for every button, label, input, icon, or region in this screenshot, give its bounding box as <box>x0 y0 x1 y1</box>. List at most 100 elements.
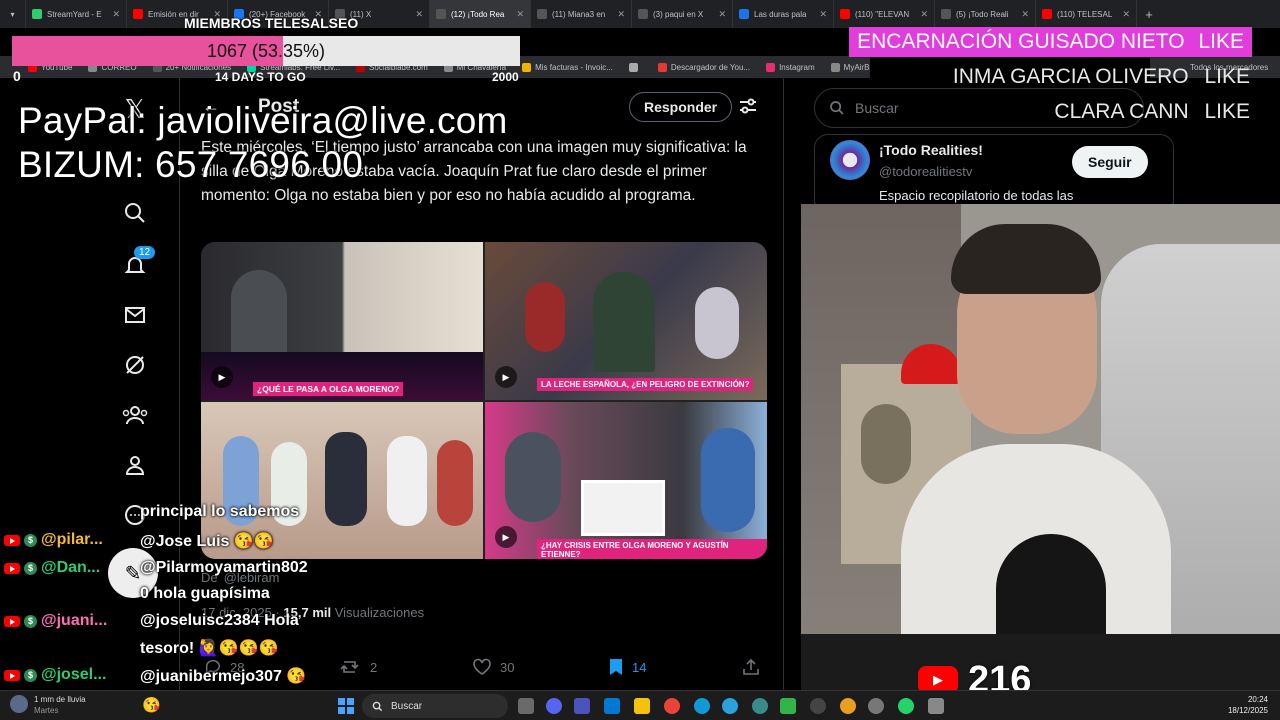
profile-name[interactable]: ¡Todo Realities! <box>879 142 983 158</box>
tab-menu-button[interactable]: ▾ <box>0 0 26 28</box>
chat-message: @Jose Luis 😘😘 <box>140 533 274 550</box>
browser-tab[interactable]: (12) ¡Todo Rea ✕ <box>430 0 531 28</box>
tab-close-icon[interactable]: ✕ <box>819 9 827 20</box>
chat-message: @Pilarmoyamartin802 <box>140 559 308 576</box>
like-action[interactable]: 30 <box>472 658 514 676</box>
communities-icon[interactable] <box>120 400 150 430</box>
chat-message: @juanibermejo307 😘 <box>140 668 307 685</box>
tab-favicon-icon <box>537 9 547 19</box>
bookmark-item[interactable]: Mis facturas - Invoic... <box>522 62 613 72</box>
media-thumbnail-4[interactable] <box>485 402 767 559</box>
clock-time[interactable]: 20:24 <box>1238 695 1268 704</box>
browser-tab[interactable]: (110) TELESAL ✕ <box>1036 0 1137 28</box>
play-icon[interactable]: ▶ <box>211 366 233 388</box>
taskbar-search-label: Buscar <box>391 700 423 712</box>
notification-badge: 12 <box>134 246 156 259</box>
bookmark-label: Descargador de You... <box>670 62 751 72</box>
bookmark-item[interactable]: Descargador de You... <box>657 62 751 72</box>
browser-tab[interactable]: StreamYard - E ✕ <box>26 0 127 28</box>
avatar[interactable] <box>830 140 870 180</box>
teams-icon[interactable] <box>574 698 590 714</box>
tab-title: (110) TELESAL <box>1057 9 1113 19</box>
youtube-icon <box>4 534 20 546</box>
app-icon[interactable] <box>868 698 884 714</box>
guest-figure <box>387 436 427 526</box>
chat-message: principal lo sabemos <box>140 503 300 520</box>
emoji-icon[interactable]: 😘 <box>142 696 161 714</box>
share-action[interactable] <box>742 658 760 676</box>
tab-favicon-icon <box>840 9 850 19</box>
bookmark-item[interactable]: Instagram <box>766 62 815 72</box>
repost-action[interactable]: 2 <box>340 658 377 676</box>
app-icon[interactable] <box>928 698 944 714</box>
outlook-icon[interactable] <box>604 698 620 714</box>
filter-settings-icon[interactable] <box>738 96 758 121</box>
bookmark-item[interactable] <box>628 62 642 72</box>
tab-close-icon[interactable]: ✕ <box>718 9 726 20</box>
profile-icon[interactable] <box>120 450 150 480</box>
bookmark-favicon-icon <box>657 62 667 72</box>
heart-icon <box>473 658 491 675</box>
youtube-icon <box>4 615 20 627</box>
bookmark-item[interactable]: MyAirBridge.com | E... <box>830 62 870 72</box>
tab-close-icon[interactable]: ✕ <box>516 9 524 20</box>
browser-tab[interactable]: (11) Miana3 en ✕ <box>531 0 632 28</box>
weather-text[interactable]: 1 mm de lluvia <box>34 695 86 704</box>
windows-start-icon[interactable] <box>338 698 354 719</box>
telegram-icon[interactable] <box>722 698 738 714</box>
edge-icon[interactable] <box>694 698 710 714</box>
tab-close-icon[interactable]: ✕ <box>920 9 928 20</box>
app-icon[interactable] <box>752 698 768 714</box>
weather-icon[interactable] <box>10 695 28 713</box>
task-view-icon[interactable] <box>518 698 534 714</box>
browser-tab[interactable]: (5) ¡Todo Reali ✕ <box>935 0 1036 28</box>
media-thumbnail-2[interactable] <box>485 242 767 400</box>
new-tab-button[interactable]: + <box>1137 7 1161 22</box>
bookmark-favicon-icon <box>766 62 776 72</box>
notifications-icon[interactable]: 12 <box>120 246 156 280</box>
bookmark-favicon-icon <box>522 62 532 72</box>
tab-title: (11) X <box>350 9 372 19</box>
tab-close-icon[interactable]: ✕ <box>1021 9 1029 20</box>
clock-date[interactable]: 18/12/2025 <box>1218 706 1268 715</box>
search-icon[interactable] <box>120 198 150 228</box>
member-icon: $ <box>24 533 37 547</box>
paypal-text: PayPal: javioliveira@live.com <box>18 100 508 141</box>
browser-tab[interactable]: Las duras pala ✕ <box>733 0 834 28</box>
taskbar-search[interactable]: Buscar <box>362 694 508 718</box>
search-icon <box>372 701 383 711</box>
youtube-icon <box>4 562 20 574</box>
tab-close-icon[interactable]: ✕ <box>1122 9 1130 20</box>
grok-icon[interactable] <box>120 350 150 380</box>
messages-icon[interactable] <box>120 300 150 330</box>
bookmark-action[interactable]: 14 <box>608 658 646 676</box>
tab-favicon-icon <box>436 9 446 19</box>
file-explorer-icon[interactable] <box>634 698 650 714</box>
camtasia-icon[interactable] <box>780 698 796 714</box>
chrome-icon[interactable] <box>664 698 680 714</box>
discord-icon[interactable] <box>546 698 562 714</box>
tab-close-icon[interactable]: ✕ <box>617 9 625 20</box>
chat-username: @josel... <box>41 666 107 683</box>
browser-tab[interactable]: (3) paqui en X ✕ <box>632 0 733 28</box>
like-alert-1: ENCARNACIÓN GUISADO NIETO LIKE <box>849 27 1252 57</box>
repost-count: 2 <box>370 659 378 675</box>
media-thumbnail-1[interactable] <box>201 242 483 400</box>
guest-figure <box>701 428 755 532</box>
views-label: Visualizaciones <box>334 605 425 620</box>
obs-icon[interactable] <box>810 698 826 714</box>
presenter-figure <box>505 432 561 522</box>
app-icon[interactable] <box>840 698 856 714</box>
reply-button[interactable]: Responder <box>629 92 733 122</box>
media-caption-4: ¿HAY CRISIS ENTRE OLGA MORENO Y AGUSTÍN … <box>537 539 767 559</box>
share-icon <box>743 658 759 675</box>
tab-close-icon[interactable]: ✕ <box>112 9 120 20</box>
browser-tab[interactable]: (110) "ELEVAN ✕ <box>834 0 935 28</box>
member-icon: $ <box>24 614 37 628</box>
tab-close-icon[interactable]: ✕ <box>415 9 423 20</box>
whatsapp-icon[interactable] <box>898 698 914 714</box>
follow-button[interactable]: Seguir <box>1072 146 1148 178</box>
play-icon[interactable]: ▶ <box>495 526 517 548</box>
profile-handle[interactable]: @todorealitiestv <box>879 164 972 179</box>
play-icon[interactable]: ▶ <box>495 366 517 388</box>
